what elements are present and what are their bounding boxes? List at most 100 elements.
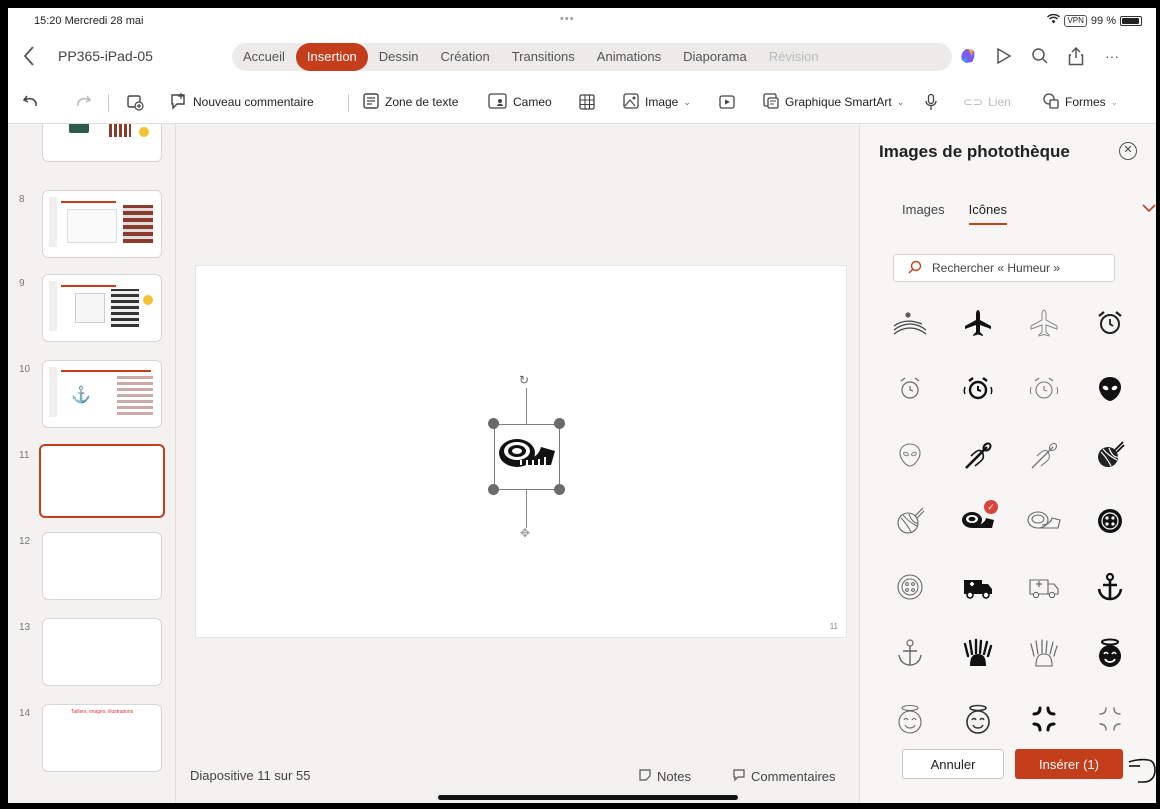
slide-number: 14 xyxy=(19,708,31,719)
knitting-needle-filled-icon[interactable] xyxy=(948,426,1008,484)
slide-thumbnail[interactable] xyxy=(42,618,162,686)
resize-handle[interactable] xyxy=(488,484,499,495)
cancel-button[interactable]: Annuler xyxy=(902,749,1004,779)
angel-face-filled-icon[interactable] xyxy=(1080,624,1140,682)
alarm-ringing-filled-icon[interactable] xyxy=(948,360,1008,418)
measuring-tape-outline-icon[interactable] xyxy=(1014,492,1074,550)
back-icon[interactable] xyxy=(22,45,40,67)
tab-images[interactable]: Images xyxy=(902,202,945,225)
alien-filled-icon[interactable] xyxy=(1080,360,1140,418)
slide-number: 10 xyxy=(19,364,31,375)
slide-thumbnail[interactable] xyxy=(42,190,162,258)
slide-editor: ↻ ✥ 11 Diapositive 11 sur 55 Notes Comme… xyxy=(176,124,859,803)
alarm-ringing-outline-icon[interactable] xyxy=(880,360,940,418)
tab-revision[interactable]: Révision xyxy=(758,43,830,71)
anemone-outline-icon[interactable] xyxy=(1014,624,1074,682)
ribbon-tab-bar: PP365-iPad-05 Accueil Insertion Dessin C… xyxy=(8,34,1156,80)
tab-animations[interactable]: Animations xyxy=(586,43,672,71)
anemone-filled-icon[interactable] xyxy=(948,624,1008,682)
fields-icon[interactable] xyxy=(880,294,940,352)
tab-transitions[interactable]: Transitions xyxy=(501,43,586,71)
thumbnail-content xyxy=(49,124,155,155)
anger-symbol-filled-icon[interactable] xyxy=(1014,690,1074,748)
slide-thumbnail[interactable] xyxy=(42,532,162,600)
rotate-handle-icon[interactable]: ↻ xyxy=(519,373,529,387)
cameo-icon xyxy=(488,92,508,113)
yarn-ball-filled-icon[interactable] xyxy=(1080,426,1140,484)
image-button[interactable]: Image ⌄ xyxy=(622,90,691,114)
vpn-badge: VPN xyxy=(1064,14,1087,27)
search-icon[interactable] xyxy=(1030,46,1050,66)
cameo-button[interactable]: Cameo xyxy=(488,90,552,114)
move-handle-icon[interactable]: ✥ xyxy=(520,526,530,540)
home-indicator[interactable] xyxy=(438,795,738,800)
close-icon[interactable]: ✕ xyxy=(1119,142,1137,160)
alien-outline-icon[interactable] xyxy=(880,426,940,484)
ambulance-filled-icon[interactable] xyxy=(948,558,1008,616)
slide-thumbnail[interactable]: ⚓ xyxy=(42,360,162,428)
thumbnail-content xyxy=(49,281,155,335)
play-icon[interactable] xyxy=(994,46,1014,66)
slide-thumbnail[interactable] xyxy=(42,124,162,162)
tab-insertion[interactable]: Insertion xyxy=(295,43,368,71)
anchor-icon: ⚓ xyxy=(71,387,91,404)
button-outline-icon[interactable] xyxy=(880,558,940,616)
angel-face-outline-icon[interactable] xyxy=(880,690,940,748)
new-comment-button[interactable]: Nouveau commentaire xyxy=(170,90,314,114)
button-filled-icon[interactable] xyxy=(1080,492,1140,550)
share-icon[interactable] xyxy=(1066,46,1086,66)
tab-accueil[interactable]: Accueil xyxy=(232,43,296,71)
slide-thumbnail[interactable]: Taillers, images, illustrations xyxy=(42,704,162,772)
image-label: Image xyxy=(645,95,679,109)
anchor-outline-icon[interactable] xyxy=(880,624,940,682)
toolbar-divider xyxy=(108,94,109,112)
knitting-needle-outline-icon[interactable] xyxy=(1014,426,1074,484)
alarm-ringing-light-icon[interactable] xyxy=(1014,360,1074,418)
insert-button[interactable]: Insérer (1) xyxy=(1015,749,1123,779)
slide-count: Diapositive 11 sur 55 xyxy=(190,768,311,783)
angel-face-light-icon[interactable] xyxy=(948,690,1008,748)
battery-icon xyxy=(1120,15,1142,26)
airplane-outline-icon[interactable] xyxy=(1014,294,1074,352)
tab-dessin[interactable]: Dessin xyxy=(368,43,430,71)
copilot-icon[interactable] xyxy=(958,46,978,66)
slide-thumbnail[interactable] xyxy=(42,274,162,342)
undo-icon[interactable] xyxy=(22,90,40,114)
video-icon[interactable] xyxy=(718,90,736,114)
resize-handle[interactable] xyxy=(554,418,565,429)
text-box-button[interactable]: Zone de texte xyxy=(362,90,458,114)
slide-number: 11 xyxy=(19,450,30,461)
yarn-ball-outline-icon[interactable] xyxy=(880,492,940,550)
anger-symbol-outline-icon[interactable] xyxy=(1080,690,1140,748)
notes-button[interactable]: Notes xyxy=(638,768,691,785)
search-input[interactable]: Rechercher « Humeur » xyxy=(893,254,1115,282)
ambulance-outline-icon[interactable] xyxy=(1014,558,1074,616)
tab-creation[interactable]: Création xyxy=(430,43,501,71)
text-box-icon xyxy=(362,92,380,113)
anchor-filled-icon[interactable] xyxy=(1080,558,1140,616)
new-slide-icon[interactable] xyxy=(126,90,144,114)
ribbon-tabs: Accueil Insertion Dessin Création Transi… xyxy=(232,43,952,71)
comments-button[interactable]: Commentaires xyxy=(732,768,836,785)
smartart-button[interactable]: Graphique SmartArt ⌄ xyxy=(762,90,904,114)
tab-diaporama[interactable]: Diaporama xyxy=(672,43,758,71)
link-button[interactable]: ⊂⊃ Lien xyxy=(963,90,1011,114)
resize-handle[interactable] xyxy=(488,418,499,429)
slide-canvas[interactable]: ↻ ✥ 11 xyxy=(196,266,846,637)
alarm-clock-icon[interactable] xyxy=(1080,294,1140,352)
more-icon[interactable]: ··· xyxy=(1102,46,1122,66)
selected-icon[interactable] xyxy=(494,424,560,490)
shapes-button[interactable]: Formes ⌄ xyxy=(1042,90,1118,114)
document-title[interactable]: PP365-iPad-05 xyxy=(58,48,153,64)
airplane-filled-icon[interactable] xyxy=(948,294,1008,352)
measuring-tape-filled-icon-selected[interactable]: ✓ xyxy=(948,492,1008,550)
microphone-icon[interactable] xyxy=(924,90,938,114)
resize-handle[interactable] xyxy=(554,484,565,495)
slide-thumbnail-selected[interactable] xyxy=(39,444,165,518)
table-icon[interactable] xyxy=(578,90,596,114)
redo-icon[interactable] xyxy=(74,90,92,114)
chevron-down-icon[interactable] xyxy=(1142,202,1156,216)
tab-icones[interactable]: Icônes xyxy=(968,202,1007,225)
checkmark-badge: ✓ xyxy=(984,500,998,514)
multitask-dots[interactable]: ••• xyxy=(560,13,575,25)
